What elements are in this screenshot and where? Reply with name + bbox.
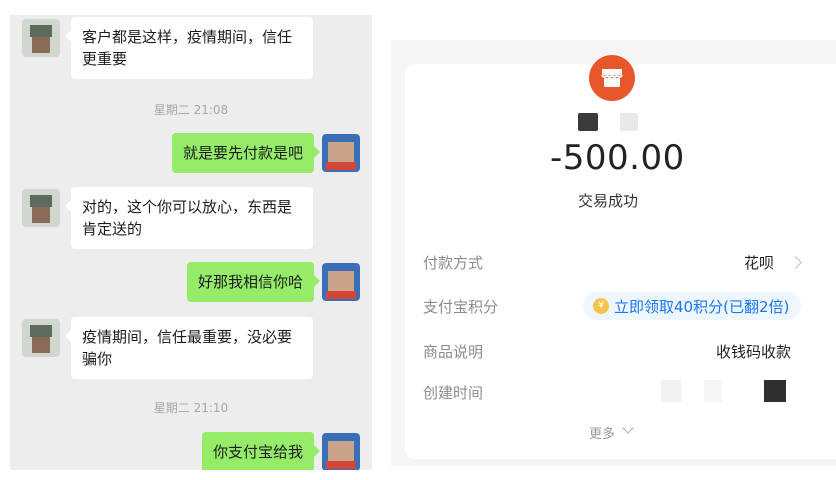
message-text: 好那我相信你哈 [197, 273, 303, 291]
payment-method-value[interactable]: 花呗 [744, 252, 774, 273]
message-bubble[interactable]: 疫情期间，信任最重要，没必要骗你 [65, 317, 313, 379]
merchant-name-blurred [620, 113, 638, 131]
points-claim-text[interactable]: 立即领取40积分(已翻2倍) [614, 296, 789, 317]
transaction-amount: -500.00 [550, 138, 685, 178]
my-avatar[interactable] [322, 433, 360, 470]
message-text: 对的，这个你可以放心，东西是肯定送的 [82, 198, 293, 238]
store-icon [589, 55, 635, 101]
created-time-blurred [764, 380, 786, 402]
transaction-status: 交易成功 [578, 192, 639, 210]
message-text: 疫情期间，信任最重要，没必要骗你 [82, 328, 293, 368]
contact-avatar[interactable] [22, 319, 60, 357]
contact-avatar[interactable] [22, 19, 60, 57]
chat-timestamp: 星期二 21:08 [153, 103, 229, 117]
message-text: 就是要先付款是吧 [182, 144, 303, 162]
contact-avatar[interactable] [22, 189, 60, 227]
message-bubble[interactable]: 你支付宝给我 [201, 432, 321, 470]
my-avatar[interactable] [322, 263, 360, 301]
coin-icon: ¥ [593, 298, 609, 314]
product-description-value: 收钱码收款 [716, 343, 792, 361]
message-bubble[interactable]: 就是要先付款是吧 [171, 133, 321, 173]
created-time-blurred [661, 380, 681, 402]
message-bubble[interactable]: 客户都是这样，疫情期间，信任更重要 [65, 17, 313, 79]
chat-panel: 客户都是这样，疫情期间，信任更重要 星期二 21:08 就是要先付款是吧 对的，… [10, 15, 372, 470]
message-text: 客户都是这样，疫情期间，信任更重要 [82, 28, 293, 68]
product-description-label: 商品说明 [423, 343, 484, 361]
merchant-name-blurred [578, 113, 598, 131]
chat-timestamp: 星期二 21:10 [153, 401, 229, 415]
my-avatar[interactable] [322, 134, 360, 172]
more-button[interactable]: 更多 [589, 423, 615, 442]
message-text: 你支付宝给我 [212, 443, 303, 461]
message-bubble[interactable]: 对的，这个你可以放心，东西是肯定送的 [65, 187, 313, 249]
message-bubble[interactable]: 好那我相信你哈 [186, 262, 321, 302]
payment-method-label: 付款方式 [423, 254, 484, 272]
created-time-blurred [704, 380, 722, 402]
created-time-label: 创建时间 [423, 384, 484, 402]
points-label: 支付宝积分 [423, 298, 499, 316]
